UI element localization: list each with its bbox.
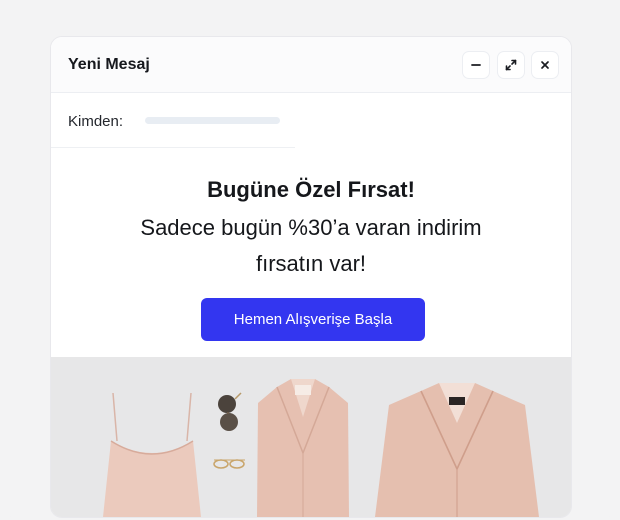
expand-arrows-icon [505, 59, 517, 71]
clothing-flatlay-image [51, 357, 571, 517]
email-headline: Bugüne Özel Fırsat! [207, 177, 415, 202]
blazer-shape [375, 383, 539, 517]
window-title: Yeni Mesaj [68, 56, 150, 73]
close-icon [541, 61, 549, 69]
app-background: Yeni Mesaj Kimden: Bugüne Özel Fırsat! S… [0, 0, 620, 520]
from-value-placeholder[interactable] [145, 117, 280, 124]
compose-window: Yeni Mesaj Kimden: Bugüne Özel Fırsat! S… [50, 36, 572, 518]
minus-icon [471, 64, 481, 66]
from-label: Kimden: [68, 113, 124, 130]
minimize-button[interactable] [462, 51, 490, 79]
shop-now-button[interactable]: Hemen Alışverişe Başla [201, 298, 425, 341]
vest-shape [257, 379, 349, 517]
compose-header: Yeni Mesaj [51, 37, 571, 93]
email-body-text: Sadece bugün %30’a varan indirim fırsatı… [140, 215, 482, 276]
expand-button[interactable] [497, 51, 525, 79]
from-field-row: Kimden: [51, 93, 295, 148]
close-button[interactable] [531, 51, 559, 79]
